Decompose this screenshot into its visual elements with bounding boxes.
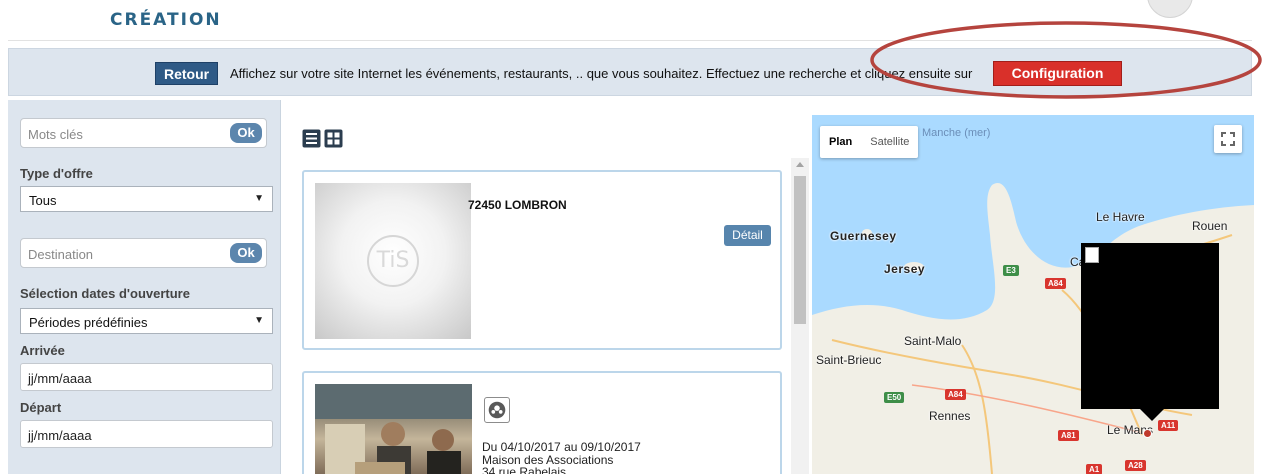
chevron-down-icon: ▼ xyxy=(254,193,264,204)
opening-dates-label: Sélection dates d'ouverture xyxy=(20,286,190,301)
arrival-label: Arrivée xyxy=(20,343,65,358)
arrival-date-value: jj/mm/aaaa xyxy=(28,371,92,386)
map-label-rouen: Rouen xyxy=(1192,219,1228,233)
list-view-icon[interactable] xyxy=(302,129,321,148)
result-card[interactable]: TiS 72450 LOMBRON Détail xyxy=(302,170,782,350)
road-badge-a1: A1 xyxy=(1086,464,1103,474)
map-tab-plan[interactable]: Plan xyxy=(820,126,861,158)
scroll-up-icon[interactable] xyxy=(796,162,804,167)
map-info-popup[interactable] xyxy=(1081,243,1219,409)
road-badge-a81: A81 xyxy=(1058,430,1079,441)
info-message: Affichez sur votre site Internet les évé… xyxy=(230,66,973,81)
road-badge-a28: A28 xyxy=(1125,460,1146,471)
chevron-down-icon: ▼ xyxy=(254,315,264,326)
destination-placeholder: Destination xyxy=(28,247,94,262)
arrival-date-input[interactable]: jj/mm/aaaa xyxy=(20,363,273,391)
scroll-thumb[interactable] xyxy=(794,176,806,324)
offer-type-value: Tous xyxy=(29,193,57,208)
avatar[interactable] xyxy=(1147,0,1193,18)
map-label-jersey: Jersey xyxy=(884,262,926,276)
event-category-icon xyxy=(484,397,510,423)
offer-type-select[interactable]: Tous ▼ xyxy=(20,186,273,212)
map-marker-icon[interactable] xyxy=(1143,429,1152,438)
search-sidebar: Mots clés Ok Type d'offre Tous ▼ Destina… xyxy=(8,100,281,474)
map-label-saint-brieuc: Saint-Brieuc xyxy=(816,353,882,367)
destination-ok-button[interactable]: Ok xyxy=(230,243,262,263)
departure-label: Départ xyxy=(20,400,62,415)
map-type-tabs: Plan Satellite xyxy=(820,126,919,158)
fullscreen-icon[interactable] xyxy=(1214,125,1242,153)
placeholder-image: TiS xyxy=(315,183,471,339)
map-label-guernesey: Guernesey xyxy=(830,229,897,243)
configuration-button[interactable]: Configuration xyxy=(993,61,1122,86)
road-badge-e50: E50 xyxy=(884,392,905,403)
map-label-sea: Manche (mer) xyxy=(922,127,991,139)
offer-type-label: Type d'offre xyxy=(20,166,93,181)
detail-button[interactable]: Détail xyxy=(724,225,771,246)
event-address: 34 rue Rabelais xyxy=(482,465,567,474)
map-label-saint-malo: Saint-Malo xyxy=(904,334,962,348)
info-bar: Retour Affichez sur votre site Internet … xyxy=(8,48,1252,96)
grid-view-icon[interactable] xyxy=(324,129,343,148)
event-photo xyxy=(315,384,472,474)
road-badge-e3: E3 xyxy=(1003,265,1019,276)
departure-date-value: jj/mm/aaaa xyxy=(28,428,92,443)
title-divider xyxy=(8,40,1252,41)
keywords-placeholder: Mots clés xyxy=(28,127,83,142)
popup-pointer xyxy=(1140,409,1164,421)
road-badge-a84: A84 xyxy=(1045,278,1066,289)
result-title: 72450 LOMBRON xyxy=(468,198,567,212)
destination-input[interactable]: Destination Ok xyxy=(20,238,267,268)
map-label-rennes: Rennes xyxy=(929,409,971,423)
opening-dates-select[interactable]: Périodes prédéfinies ▼ xyxy=(20,308,273,334)
tis-logo: TiS xyxy=(367,235,419,287)
opening-dates-value: Périodes prédéfinies xyxy=(29,315,148,330)
result-card[interactable]: Du 04/10/2017 au 09/10/2017 Maison des A… xyxy=(302,371,782,474)
departure-date-input[interactable]: jj/mm/aaaa xyxy=(20,420,273,448)
event-dates: Du 04/10/2017 au 09/10/2017 xyxy=(482,440,641,454)
map-tab-satellite[interactable]: Satellite xyxy=(861,126,918,158)
page-title: CRÉATION xyxy=(110,10,222,30)
broken-image-icon xyxy=(1085,247,1099,263)
back-button[interactable]: Retour xyxy=(155,62,219,85)
map-view[interactable]: Plan Satellite Manche (mer) Guernesey Je… xyxy=(812,115,1254,474)
keywords-input[interactable]: Mots clés Ok xyxy=(20,118,267,148)
road-badge-a84: A84 xyxy=(945,389,966,400)
results-scrollbar[interactable] xyxy=(791,158,809,474)
road-badge-a11: A11 xyxy=(1158,420,1179,431)
map-label-le-havre: Le Havre xyxy=(1096,210,1145,224)
keywords-ok-button[interactable]: Ok xyxy=(230,123,262,143)
